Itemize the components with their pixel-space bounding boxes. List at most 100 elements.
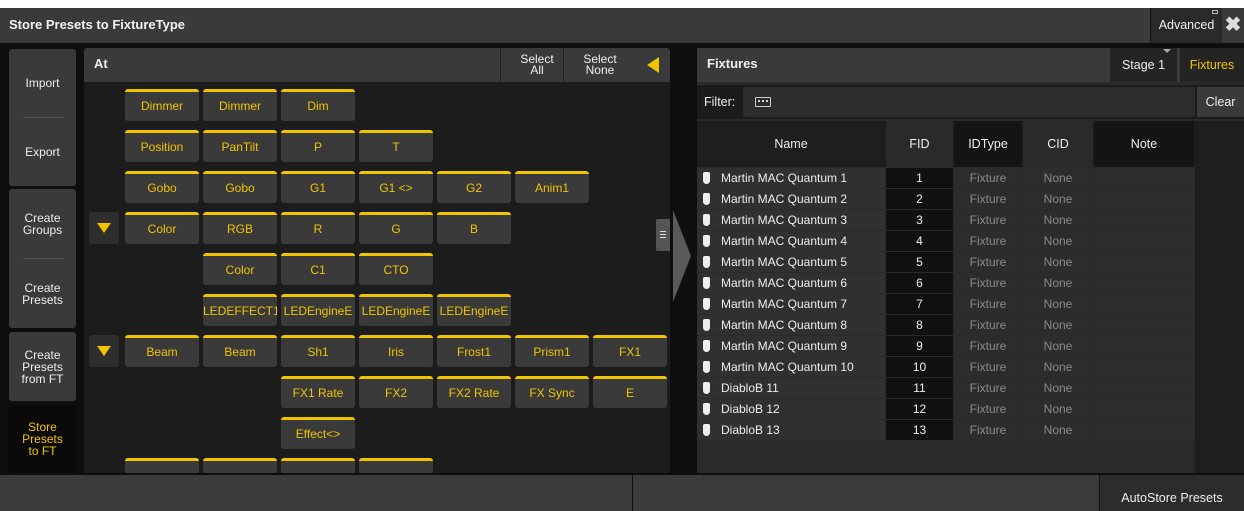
attr-button[interactable]: Beam — [125, 335, 199, 367]
autostore-presets-button[interactable]: AutoStore Presets — [1100, 475, 1244, 511]
attr-button[interactable]: Iris — [359, 335, 433, 367]
attr-button[interactable]: T — [359, 130, 433, 162]
attr-button[interactable]: R — [281, 212, 355, 244]
window-title: Store Presets to FixtureType — [9, 17, 186, 32]
expand-beam-button[interactable] — [89, 335, 119, 367]
stage-selector[interactable]: Stage 1 — [1110, 48, 1177, 82]
fixture-note — [1094, 357, 1194, 377]
attr-button[interactable]: Dimmer — [125, 89, 199, 121]
attr-button[interactable]: FX1 Rate — [281, 376, 355, 408]
table-row[interactable]: Martin MAC Quantum 1 1 Fixture None — [697, 168, 1244, 188]
export-button[interactable]: Export — [9, 118, 76, 186]
create-groups-button[interactable]: Create Groups — [9, 189, 76, 258]
select-none-button[interactable]: Select None — [563, 48, 636, 82]
attr-button[interactable]: FX1 — [593, 335, 667, 367]
fixtures-header: Fixtures Stage 1 Fixtures — [697, 48, 1244, 82]
fixture-icon — [703, 382, 710, 394]
collapse-arrow-icon[interactable] — [647, 57, 659, 73]
attr-button[interactable]: FX2 Rate — [437, 376, 511, 408]
fixture-name: Martin MAC Quantum 8 — [697, 315, 885, 335]
arrow-right-icon — [673, 210, 691, 302]
create-presets-from-ft-button[interactable]: Create Presets from FT — [9, 332, 76, 401]
fixture-icon — [703, 214, 710, 226]
attr-button[interactable]: G1 <> — [359, 171, 433, 203]
column-header-note[interactable]: Note — [1094, 121, 1194, 167]
attr-button[interactable]: FX2 — [359, 376, 433, 408]
attr-button[interactable]: Effect<> — [281, 417, 355, 449]
attr-button[interactable]: FX Sync — [515, 376, 589, 408]
keyboard-icon[interactable] — [755, 97, 771, 107]
attr-button[interactable]: Gobo — [203, 171, 277, 203]
attr-button[interactable]: LEDEngineE — [281, 294, 355, 326]
scroll-handle[interactable] — [656, 219, 670, 251]
table-row[interactable]: DiabloB 12 12 Fixture None — [697, 399, 1244, 419]
column-header-idtype[interactable]: IDType — [954, 121, 1022, 167]
attr-button[interactable]: Beam — [203, 335, 277, 367]
attr-button[interactable]: B — [437, 212, 511, 244]
attr-button[interactable]: G — [359, 212, 433, 244]
fixture-name: Martin MAC Quantum 1 — [697, 168, 885, 188]
table-row[interactable]: Martin MAC Quantum 8 8 Fixture None — [697, 315, 1244, 335]
attr-button[interactable]: E — [593, 376, 667, 408]
column-header-fid[interactable]: FID — [886, 121, 953, 167]
attr-button[interactable]: P — [281, 130, 355, 162]
expand-color-button[interactable] — [89, 212, 119, 244]
attr-button[interactable]: Dim — [281, 89, 355, 121]
attr-button[interactable]: G2 — [437, 171, 511, 203]
attr-button[interactable] — [281, 458, 355, 473]
filter-input[interactable] — [743, 87, 1195, 117]
attr-button[interactable] — [359, 458, 433, 473]
fixture-fid: 2 — [886, 189, 953, 209]
attr-button[interactable]: RGB — [203, 212, 277, 244]
fixture-icon — [703, 235, 710, 247]
table-row[interactable]: Martin MAC Quantum 9 9 Fixture None — [697, 336, 1244, 356]
table-row[interactable]: Martin MAC Quantum 2 2 Fixture None — [697, 189, 1244, 209]
attr-button[interactable]: PanTilt — [203, 130, 277, 162]
attr-button[interactable] — [125, 458, 199, 473]
column-header-cid[interactable]: CID — [1023, 121, 1093, 167]
attr-button[interactable]: Sh1 — [281, 335, 355, 367]
attr-button[interactable]: Prism1 — [515, 335, 589, 367]
attr-button[interactable]: Gobo — [125, 171, 199, 203]
store-presets-to-ft-button[interactable]: Store Presets to FT — [9, 405, 76, 473]
fixtures-tab[interactable]: Fixtures — [1180, 48, 1244, 82]
attr-button[interactable]: G1 — [281, 171, 355, 203]
attr-button[interactable]: LEDEFFECT1 — [203, 294, 277, 326]
attr-button[interactable]: CTO — [359, 253, 433, 285]
fixture-cid: None — [1023, 168, 1093, 188]
table-row[interactable]: Martin MAC Quantum 10 10 Fixture None — [697, 357, 1244, 377]
table-row[interactable]: Martin MAC Quantum 7 7 Fixture None — [697, 294, 1244, 314]
fixture-idtype: Fixture — [954, 315, 1022, 335]
close-icon[interactable]: ✖ — [1222, 8, 1244, 43]
fixture-name: Martin MAC Quantum 4 — [697, 231, 885, 251]
import-button[interactable]: Import — [9, 49, 76, 117]
attr-button[interactable]: LEDEngineE — [437, 294, 511, 326]
fixture-icon — [703, 319, 710, 331]
fixture-note — [1094, 189, 1194, 209]
table-row[interactable]: Martin MAC Quantum 6 6 Fixture None — [697, 273, 1244, 293]
fixture-icon — [703, 277, 710, 289]
attr-button[interactable]: Frost1 — [437, 335, 511, 367]
fixture-name: Martin MAC Quantum 10 — [697, 357, 885, 377]
fixture-fid: 8 — [886, 315, 953, 335]
attr-button[interactable]: Position — [125, 130, 199, 162]
fixture-name: Martin MAC Quantum 7 — [697, 294, 885, 314]
advanced-button[interactable]: Advanced — [1150, 8, 1222, 43]
attr-button[interactable]: Color — [125, 212, 199, 244]
attr-button[interactable] — [203, 458, 277, 473]
table-row[interactable]: DiabloB 13 13 Fixture None — [697, 420, 1244, 440]
table-row[interactable]: DiabloB 11 11 Fixture None — [697, 378, 1244, 398]
attr-button[interactable]: LEDEngineE — [359, 294, 433, 326]
table-row[interactable]: Martin MAC Quantum 5 5 Fixture None — [697, 252, 1244, 272]
table-row[interactable]: Martin MAC Quantum 3 3 Fixture None — [697, 210, 1244, 230]
fixture-cid: None — [1023, 252, 1093, 272]
attr-button[interactable]: Color — [203, 253, 277, 285]
attr-button[interactable]: Anim1 — [515, 171, 589, 203]
clear-button[interactable]: Clear — [1197, 87, 1244, 117]
fixture-name: DiabloB 13 — [697, 420, 885, 440]
table-row[interactable]: Martin MAC Quantum 4 4 Fixture None — [697, 231, 1244, 251]
attr-button[interactable]: Dimmer — [203, 89, 277, 121]
column-header-name[interactable]: Name — [697, 121, 885, 167]
attr-button[interactable]: C1 — [281, 253, 355, 285]
create-presets-button[interactable]: Create Presets — [9, 259, 76, 328]
